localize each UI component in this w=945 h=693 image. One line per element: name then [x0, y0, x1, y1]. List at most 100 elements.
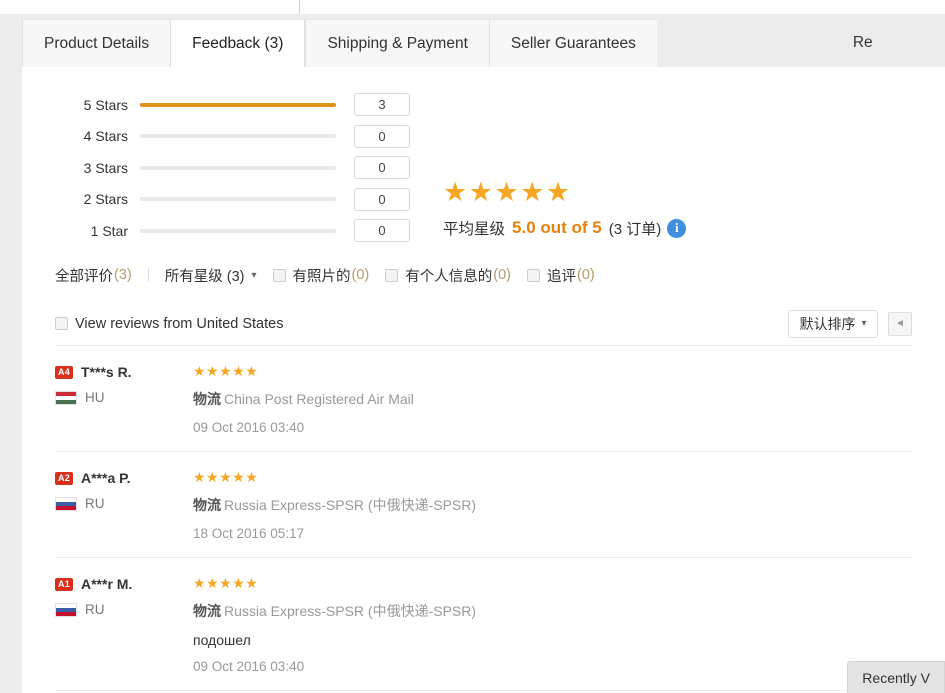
review-item: A2 A***a P. RU ★★★★★ 物流 Russia Express-SPSR (… — [55, 452, 912, 558]
filter-additional-reviews[interactable]: 追评 (0) — [526, 265, 595, 286]
view-reviews-label: View reviews from United States — [75, 315, 284, 332]
rating-bar-count[interactable]: 0 — [354, 156, 410, 180]
checkbox-with-photos[interactable] — [272, 268, 286, 282]
rating-bar-label: 4 Stars — [83, 128, 128, 145]
sort-dropdown-label: 默认排序 — [799, 315, 856, 332]
review-stars-icon: ★★★★★ — [193, 363, 259, 379]
view-reviews-from-country[interactable]: View reviews from United States — [55, 316, 283, 332]
filter-divider — [147, 268, 149, 282]
review-user: A2 A***a P. RU — [55, 470, 193, 541]
review-comment: подошел — [193, 632, 251, 648]
rating-bar-label: 5 Stars — [83, 96, 128, 113]
page-root: Product Details Feedback (3) Shipping & Pa… — [0, 0, 945, 693]
rating-bar-row: 4 Stars 0 — [68, 121, 428, 153]
prev-page-button[interactable]: ◄ — [888, 311, 912, 336]
sort-controls: 默认排序 ▾ ◄ — [788, 309, 912, 338]
review-logistics: 物流 Russia Express-SPSR (中俄快递-SPSR) — [193, 601, 912, 621]
checkbox-additional-reviews[interactable] — [526, 268, 540, 282]
average-rating-line: 平均星级 5.0 out of 5 (3 订单) i — [443, 217, 687, 239]
review-body: ★★★★★ 物流 Russia Express-SPSR (中俄快递-SPSR) 18… — [193, 470, 912, 541]
tab-shipping-payment[interactable]: Shipping & Payment — [305, 19, 489, 67]
buyer-level-badge: A4 — [55, 365, 73, 379]
checkbox-with-personal-info[interactable] — [385, 268, 399, 282]
review-body: ★★★★★ 物流 China Post Registered Air Mail 09 … — [193, 364, 912, 435]
rating-bar-fill — [140, 102, 336, 107]
recently-viewed-tab[interactable]: Recently V — [847, 661, 945, 693]
review-name-row: A2 A***a P. — [55, 470, 193, 486]
rating-bars: 5 Stars 3 4 Stars 0 3 Stars 0 2 Stars 0 1 Star 0 — [68, 89, 428, 247]
review-logistics-value: Russia Express-SPSR (中俄快递-SPSR) — [224, 603, 477, 619]
filter-with-personal-info-label: 有个人信息的 — [405, 268, 493, 285]
review-stars-icon: ★★★★★ — [193, 575, 259, 591]
rating-bar-label: 3 Stars — [83, 159, 128, 176]
average-rating-label: 平均星级 — [443, 221, 506, 238]
country-flag-icon — [55, 390, 77, 405]
tab-bar: Product Details Feedback (3) Shipping & Pa… — [22, 19, 945, 67]
reviewer-country-code: RU — [85, 496, 105, 511]
review-country-row: RU — [55, 602, 193, 617]
filter-row: 全部评价 (3) 所有星级 (3) ▾ 有照片的 (0) 有个人信息的 (0) … — [55, 260, 611, 290]
review-country-row: RU — [55, 496, 193, 511]
buyer-level-badge: A1 — [55, 577, 73, 591]
review-logistics-value: Russia Express-SPSR (中俄快递-SPSR) — [224, 497, 477, 513]
sort-dropdown[interactable]: 默认排序 ▾ — [788, 309, 878, 338]
rating-bar-row: 3 Stars 0 — [68, 152, 428, 184]
rating-bar-label: 2 Stars — [83, 191, 128, 208]
reviewer-country-code: HU — [85, 390, 105, 405]
rating-bar-row: 2 Stars 0 — [68, 184, 428, 216]
average-rating-score: 5.0 out of 5 — [512, 218, 602, 237]
country-flag-icon — [55, 602, 77, 617]
rating-bar-track — [140, 134, 336, 139]
review-logistics-label: 物流 — [193, 497, 221, 513]
rating-bar-label: 1 Star — [90, 222, 128, 239]
review-name-row: A4 T***s R. — [55, 364, 193, 380]
buyer-level-badge: A2 — [55, 471, 73, 485]
rating-bar-count[interactable]: 0 — [354, 187, 410, 211]
tab-list: Product Details Feedback (3) Shipping & Pa… — [22, 19, 894, 67]
top-white-strip — [0, 0, 945, 14]
filter-all-reviews-label: 全部评价 — [55, 268, 113, 285]
chevron-down-icon: ▾ — [861, 318, 867, 329]
order-count: (3 订单) — [608, 220, 662, 238]
chevron-down-icon: ▾ — [251, 269, 257, 281]
rating-bar-track — [140, 228, 336, 233]
review-logistics: 物流 Russia Express-SPSR (中俄快递-SPSR) — [193, 495, 912, 515]
rating-summary: 5 Stars 3 4 Stars 0 3 Stars 0 2 Stars 0 1 Star 0 … — [22, 67, 945, 243]
country-flag-icon — [55, 496, 77, 511]
reviewer-name: A***a P. — [81, 470, 131, 486]
review-logistics-label: 物流 — [193, 391, 221, 407]
filter-all-reviews[interactable]: 全部评价 (3) — [55, 265, 132, 286]
filter-additional-reviews-label: 追评 — [546, 268, 576, 285]
rating-bar-row: 5 Stars 3 — [68, 89, 428, 121]
rating-bar-count[interactable]: 3 — [354, 93, 410, 117]
rating-bar-count[interactable]: 0 — [354, 124, 410, 148]
review-user: A4 T***s R. HU — [55, 364, 193, 435]
filter-additional-reviews-count: (0) — [576, 267, 595, 283]
tab-feedback-3[interactable]: Feedback (3) — [170, 19, 306, 67]
review-stars-icon: ★★★★★ — [193, 469, 259, 485]
review-item: A1 A***r M. RU ★★★★★ 物流 Russia Express-SPSR (… — [55, 558, 912, 691]
reviewer-name: A***r M. — [81, 576, 133, 592]
left-gutter — [0, 14, 22, 693]
review-item: A4 T***s R. HU ★★★★★ 物流 China Post Registered… — [55, 346, 912, 452]
review-date: 09 Oct 2016 03:40 — [193, 420, 305, 435]
recently-viewed-label: Recently V — [862, 669, 930, 686]
review-country-row: HU — [55, 390, 193, 405]
reviewer-name: T***s R. — [81, 364, 132, 380]
info-icon[interactable]: i — [667, 218, 687, 238]
review-body: ★★★★★ 物流 Russia Express-SPSR (中俄快递-SPSR) по… — [193, 576, 912, 674]
filter-with-photos[interactable]: 有照片的 (0) — [272, 265, 369, 286]
top-strip-divider — [299, 0, 300, 14]
feedback-panel: 5 Stars 3 4 Stars 0 3 Stars 0 2 Stars 0 1 Star 0 … — [22, 67, 945, 693]
checkbox-view-reviews-country[interactable] — [55, 317, 68, 330]
average-stars-icon: ★★★★★ — [443, 177, 572, 207]
tab-seller-guarantees[interactable]: Seller Guarantees — [488, 19, 657, 67]
filter-all-reviews-count: (3) — [114, 267, 132, 283]
filter-all-stars[interactable]: 所有星级 (3) ▾ — [165, 265, 257, 286]
tab-product-details[interactable]: Product Details — [22, 19, 171, 67]
rating-bar-count[interactable]: 0 — [354, 219, 410, 243]
filter-with-personal-info[interactable]: 有个人信息的 (0) — [385, 265, 511, 286]
region-sort-row: View reviews from United States 默认排序 ▾ ◄ — [55, 302, 912, 346]
review-logistics-label: 物流 — [193, 603, 221, 619]
tab-re[interactable]: Re — [832, 19, 894, 67]
